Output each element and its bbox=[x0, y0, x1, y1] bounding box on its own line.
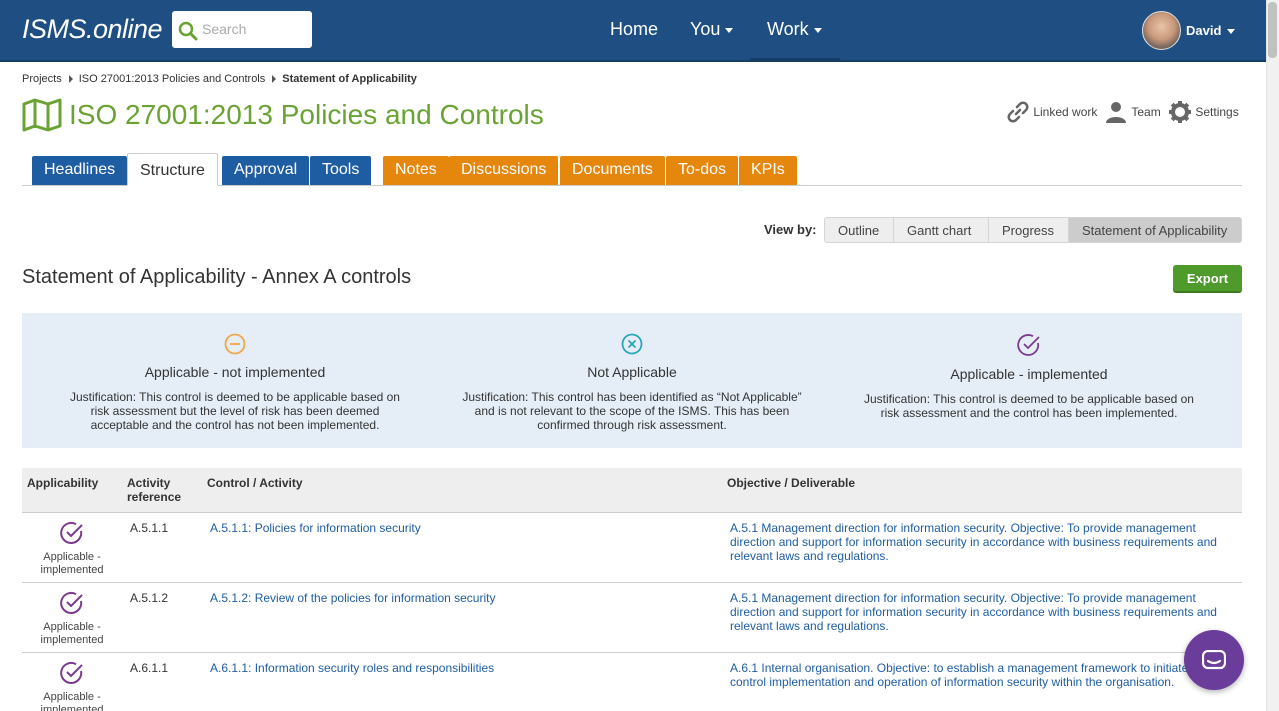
team-link[interactable]: Team bbox=[1104, 100, 1161, 124]
check-circle-icon bbox=[60, 521, 83, 544]
legend-text: Justification: This control is deemed to… bbox=[70, 390, 400, 432]
chevron-right-icon bbox=[68, 75, 73, 84]
objective-link[interactable]: A.5.1 Management direction for informati… bbox=[730, 591, 1230, 633]
chevron-down-icon bbox=[1227, 29, 1236, 35]
app-logo[interactable]: ISMS.online bbox=[22, 14, 163, 45]
applicability-cell: Applicable - implemented bbox=[22, 591, 122, 647]
breadcrumb-current: Statement of Applicability bbox=[282, 73, 417, 86]
chevron-down-icon bbox=[725, 27, 734, 33]
team-label: Team bbox=[1131, 105, 1161, 119]
settings-label: Settings bbox=[1195, 105, 1239, 119]
header-objective-deliverable[interactable]: Objective / Deliverable bbox=[727, 476, 855, 490]
chevron-right-icon bbox=[272, 75, 277, 84]
applicability-status: Applicable - implemented bbox=[40, 621, 104, 646]
viewby-label: View by: bbox=[764, 222, 817, 237]
legend-title: Not Applicable bbox=[587, 364, 677, 380]
settings-link[interactable]: Settings bbox=[1168, 100, 1239, 124]
scrollbar-thumb[interactable] bbox=[1268, 2, 1277, 58]
legend-not-implemented: Applicable - not implemented Justificati… bbox=[65, 333, 405, 432]
applicability-cell: Applicable - implemented bbox=[22, 521, 122, 577]
control-link[interactable]: A.6.1.1: Information security roles and … bbox=[210, 661, 494, 675]
user-menu[interactable]: David bbox=[1186, 23, 1236, 38]
tab-documents[interactable]: Documents bbox=[560, 156, 665, 185]
chat-icon bbox=[1202, 650, 1226, 670]
applicability-cell: Applicable - implemented bbox=[22, 661, 122, 711]
breadcrumb: Projects ISO 27001:2013 Policies and Cont… bbox=[22, 73, 417, 85]
legend-not-applicable: Not Applicable Justification: This contr… bbox=[462, 333, 802, 432]
activity-reference: A.5.1.1 bbox=[130, 521, 169, 535]
page-title: ISO 27001:2013 Policies and Controls bbox=[69, 99, 544, 130]
nav-work-label: Work bbox=[767, 19, 809, 39]
legend-title: Applicable - implemented bbox=[950, 366, 1108, 382]
nav-work[interactable]: Work bbox=[767, 19, 822, 40]
chat-launcher-button[interactable] bbox=[1184, 630, 1244, 690]
tab-approval[interactable]: Approval bbox=[222, 156, 310, 185]
check-circle-icon bbox=[60, 591, 83, 614]
search-icon bbox=[178, 21, 198, 41]
viewby-statement-of-applicability[interactable]: Statement of Applicability bbox=[1068, 217, 1242, 243]
control-link[interactable]: A.5.1.2: Review of the policies for info… bbox=[210, 591, 495, 605]
chevron-down-icon bbox=[813, 27, 822, 33]
linked-work-label: Linked work bbox=[1033, 105, 1098, 119]
objective-link[interactable]: A.6.1 Internal organisation. Objective: … bbox=[730, 661, 1230, 689]
section-title: Statement of Applicability - Annex A con… bbox=[22, 266, 412, 288]
viewby-outline[interactable]: Outline bbox=[824, 217, 894, 243]
top-navigation-bar: ISMS.online Home You Work David bbox=[0, 0, 1266, 62]
breadcrumb-projects[interactable]: Projects bbox=[22, 73, 62, 85]
applicability-status: Applicable - implemented bbox=[40, 691, 104, 711]
legend-title: Applicable - not implemented bbox=[144, 364, 326, 380]
legend-text: Justification: This control is deemed to… bbox=[864, 392, 1194, 420]
tab-headlines[interactable]: Headlines bbox=[32, 156, 128, 185]
check-circle-icon bbox=[1017, 334, 1040, 356]
legend-implemented: Applicable - implemented Justification: … bbox=[859, 333, 1199, 420]
objective-link[interactable]: A.5.1 Management direction for informati… bbox=[730, 521, 1230, 563]
user-name: David bbox=[1186, 23, 1222, 38]
viewby-progress[interactable]: Progress bbox=[988, 217, 1069, 243]
tab-tools[interactable]: Tools bbox=[310, 156, 372, 185]
avatar[interactable] bbox=[1142, 11, 1181, 50]
applicability-legend: Applicable - not implemented Justificati… bbox=[22, 313, 1242, 448]
tab-structure[interactable]: Structure bbox=[127, 153, 218, 186]
team-icon bbox=[1106, 102, 1126, 123]
tab-todos[interactable]: To-dos bbox=[666, 156, 739, 185]
nav-home[interactable]: Home bbox=[610, 19, 658, 40]
header-applicability[interactable]: Applicability bbox=[27, 476, 98, 490]
activity-reference: A.5.1.2 bbox=[130, 591, 169, 605]
applicability-status: Applicable - implemented bbox=[40, 551, 104, 576]
header-control-activity[interactable]: Control / Activity bbox=[207, 476, 303, 490]
export-button[interactable]: Export bbox=[1173, 265, 1242, 293]
table-row: Applicable - implemented A.6.1.1 A.6.1.1… bbox=[22, 653, 1242, 711]
breadcrumb-project[interactable]: ISO 27001:2013 Policies and Controls bbox=[79, 73, 266, 85]
linked-work-link[interactable]: Linked work bbox=[1006, 100, 1097, 124]
scrollbar-track[interactable] bbox=[1266, 0, 1279, 711]
x-circle-icon bbox=[621, 333, 643, 355]
legend-text: Justification: This control has been ide… bbox=[462, 390, 802, 432]
table-row: Applicable - implemented A.5.1.2 A.5.1.2… bbox=[22, 583, 1242, 653]
link-icon bbox=[1007, 101, 1029, 123]
viewby-gantt-chart[interactable]: Gantt chart bbox=[893, 217, 989, 243]
tab-kpis[interactable]: KPIs bbox=[739, 156, 797, 185]
nav-you-label: You bbox=[690, 19, 721, 39]
tab-discussions[interactable]: Discussions bbox=[449, 156, 559, 185]
minus-circle-icon bbox=[224, 333, 246, 355]
map-icon bbox=[22, 98, 62, 132]
search-box[interactable] bbox=[172, 11, 312, 48]
table-row: Applicable - implemented A.5.1.1 A.5.1.1… bbox=[22, 513, 1242, 583]
control-link[interactable]: A.5.1.1: Policies for information securi… bbox=[210, 521, 421, 535]
nav-you[interactable]: You bbox=[690, 19, 734, 40]
header-activity-reference[interactable]: Activity reference bbox=[127, 476, 197, 504]
activity-reference: A.6.1.1 bbox=[130, 661, 169, 675]
active-nav-indicator bbox=[750, 58, 840, 61]
gear-icon bbox=[1169, 101, 1191, 123]
search-input[interactable] bbox=[202, 19, 307, 39]
tab-notes[interactable]: Notes bbox=[383, 156, 449, 185]
table-header: Applicability Activity reference Control… bbox=[22, 468, 1242, 513]
check-circle-icon bbox=[60, 661, 83, 684]
